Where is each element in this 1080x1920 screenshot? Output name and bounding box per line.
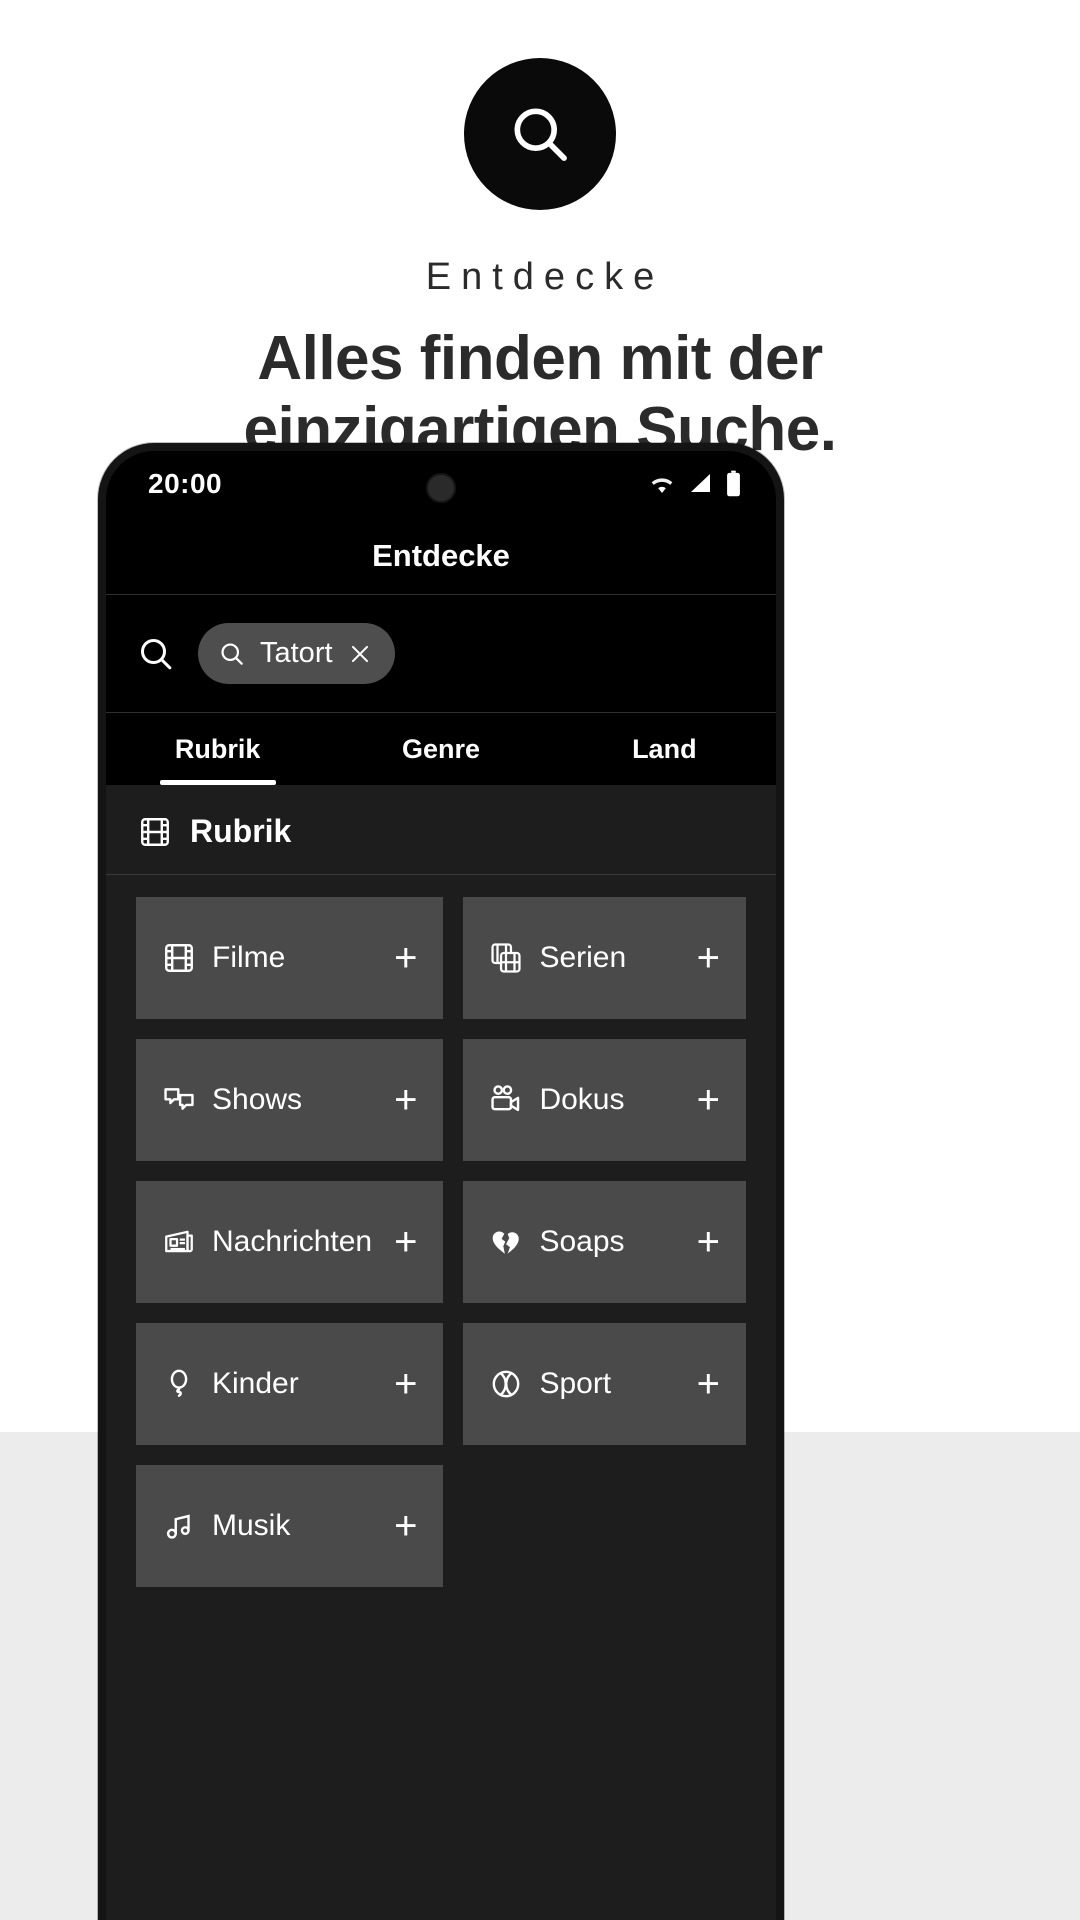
film-strip-icon: [162, 941, 196, 975]
category-card-filme[interactable]: Filme +: [136, 897, 444, 1019]
film-stack-icon: [489, 941, 523, 975]
category-grid: Filme + Serien + Shows + Dokus + Nachric…: [136, 897, 746, 1587]
page-root: Entdecke Alles finden mit der einzigarti…: [0, 0, 1080, 1920]
battery-icon: [725, 470, 742, 498]
category-label: Shows: [212, 1083, 303, 1116]
category-card-kinder[interactable]: Kinder +: [136, 1323, 444, 1445]
add-category-button[interactable]: +: [691, 1080, 720, 1120]
tab-genre[interactable]: Genre: [329, 713, 552, 785]
add-category-button[interactable]: +: [691, 938, 720, 978]
newspaper-icon: [162, 1225, 196, 1259]
section-title: Rubrik: [190, 813, 292, 849]
add-category-button[interactable]: +: [388, 1364, 417, 1404]
category-card-dokus[interactable]: Dokus +: [463, 1039, 746, 1161]
category-grid-empty-slot: [463, 1465, 746, 1587]
balloon-icon: [162, 1367, 196, 1401]
status-time: 20:00: [148, 468, 223, 499]
category-label: Sport: [539, 1367, 612, 1400]
ball-icon: [489, 1367, 523, 1401]
tab-rubrik[interactable]: Rubrik: [106, 713, 329, 785]
film-strip-icon: [138, 815, 172, 849]
category-label: Serien: [539, 941, 627, 974]
app-logo: [464, 58, 616, 210]
app-header-title: Entdecke: [106, 517, 776, 595]
tab-land[interactable]: Land: [553, 713, 776, 785]
close-icon[interactable]: [347, 641, 373, 667]
status-bar: 20:00: [106, 451, 776, 517]
camera-punch-hole: [426, 473, 456, 503]
tab-label: Genre: [401, 733, 481, 764]
search-icon: [218, 640, 246, 668]
broken-heart-icon: [489, 1225, 523, 1259]
category-label: Filme: [212, 941, 286, 974]
category-label: Nachrichten: [212, 1225, 373, 1258]
phone-mockup: 20:00 Entdecke Tatort Rubrik Genre Land …: [98, 443, 784, 1920]
add-category-button[interactable]: +: [691, 1222, 720, 1262]
headline-line-1: Alles finden mit der: [257, 324, 823, 393]
phone-screen: 20:00 Entdecke Tatort Rubrik Genre Land …: [106, 451, 776, 1920]
category-card-musik[interactable]: Musik +: [136, 1465, 444, 1587]
search-filter-chip[interactable]: Tatort: [198, 623, 395, 684]
chat-bubbles-icon: [162, 1083, 196, 1117]
category-grid-wrapper: Filme + Serien + Shows + Dokus + Nachric…: [106, 875, 776, 1920]
add-category-button[interactable]: +: [691, 1364, 720, 1404]
category-label: Kinder: [212, 1367, 299, 1400]
category-card-soaps[interactable]: Soaps +: [463, 1181, 746, 1303]
search-bar[interactable]: Tatort: [106, 595, 776, 713]
status-icons: [647, 470, 742, 498]
category-card-sport[interactable]: Sport +: [463, 1323, 746, 1445]
category-card-shows[interactable]: Shows +: [136, 1039, 444, 1161]
search-icon[interactable]: [136, 634, 176, 674]
add-category-button[interactable]: +: [388, 1506, 417, 1546]
hero-section: Entdecke Alles finden mit der einzigarti…: [0, 0, 1080, 466]
search-icon: [506, 100, 574, 168]
category-card-serien[interactable]: Serien +: [463, 897, 746, 1019]
music-note-icon: [162, 1509, 196, 1543]
section-header-rubrik: Rubrik: [106, 785, 776, 875]
hero-eyebrow: Entdecke: [425, 256, 665, 298]
search-chip-label: Tatort: [260, 637, 333, 669]
add-category-button[interactable]: +: [388, 1222, 417, 1262]
category-card-nachrichten[interactable]: Nachrichten +: [136, 1181, 444, 1303]
tab-label: Land: [632, 733, 697, 764]
filter-tabs: Rubrik Genre Land: [106, 713, 776, 785]
add-category-button[interactable]: +: [388, 1080, 417, 1120]
cellular-signal-icon: [687, 472, 715, 496]
category-label: Dokus: [539, 1083, 625, 1116]
category-label: Soaps: [539, 1225, 625, 1258]
add-category-button[interactable]: +: [388, 938, 417, 978]
wifi-icon: [647, 472, 677, 496]
category-label: Musik: [212, 1509, 291, 1542]
movie-camera-icon: [489, 1083, 523, 1117]
tab-label: Rubrik: [174, 733, 261, 764]
